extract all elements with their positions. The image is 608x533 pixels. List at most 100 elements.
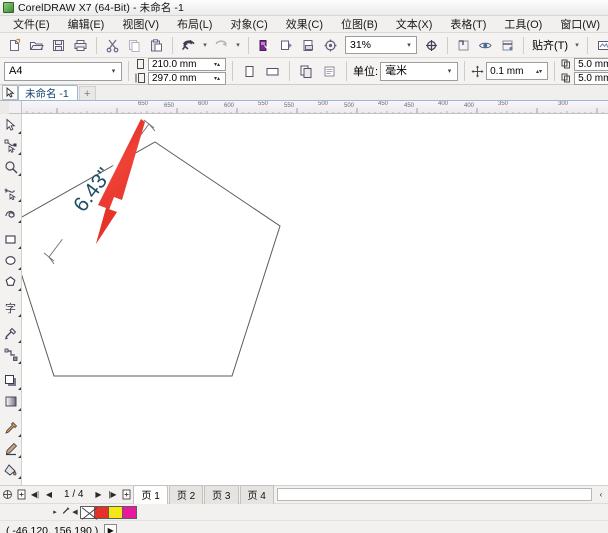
swatch-magenta[interactable] bbox=[122, 505, 137, 519]
horizontal-ruler[interactable]: 650 600 550 500 450 400 650 600 550 500 … bbox=[22, 101, 608, 114]
application-launcher-icon[interactable] bbox=[320, 35, 341, 56]
statusbar-expand-button[interactable]: ▶ bbox=[104, 524, 118, 533]
full-screen-preview-icon[interactable] bbox=[421, 35, 442, 56]
palette-eyedropper-icon[interactable] bbox=[60, 506, 70, 519]
show-grid-icon[interactable] bbox=[453, 35, 474, 56]
swatch-yellow[interactable] bbox=[108, 505, 123, 519]
import-icon[interactable] bbox=[254, 35, 275, 56]
current-page-button[interactable] bbox=[319, 61, 340, 82]
menu-window[interactable]: 窗口(W) bbox=[551, 15, 608, 34]
flyout-arrow-icon[interactable] bbox=[18, 434, 21, 437]
document-tab-untitled-1[interactable]: 未命名 -1 bbox=[18, 85, 78, 100]
rectangle-tool[interactable] bbox=[0, 229, 22, 250]
options-icon[interactable] bbox=[593, 35, 608, 56]
pan-origin-icon[interactable] bbox=[0, 488, 14, 502]
menu-view[interactable]: 视图(V) bbox=[113, 15, 168, 34]
chevron-down-icon[interactable]: ▾ bbox=[402, 37, 416, 53]
flyout-arrow-icon[interactable] bbox=[18, 361, 21, 364]
snap-to-label[interactable]: 贴齐(T) bbox=[529, 37, 571, 53]
redo-dropdown-icon[interactable]: ▾ bbox=[233, 35, 243, 55]
new-document-icon[interactable] bbox=[4, 35, 25, 56]
pick-tool[interactable] bbox=[0, 114, 22, 135]
shape-tool[interactable] bbox=[0, 135, 22, 156]
page-height-field[interactable]: 297.0 mm ▾▴ bbox=[148, 71, 226, 85]
new-document-tab-button[interactable]: + bbox=[78, 86, 96, 100]
chevron-down-icon[interactable]: ▾ bbox=[106, 63, 121, 80]
portrait-button[interactable] bbox=[239, 61, 260, 82]
add-page-after-icon[interactable] bbox=[119, 488, 133, 502]
flyout-arrow-icon[interactable] bbox=[18, 288, 21, 291]
chevron-down-icon[interactable]: ▾ bbox=[442, 63, 457, 80]
nudge-offset-field[interactable]: 0.1 mm ▴▾ bbox=[486, 62, 549, 80]
flyout-arrow-icon[interactable] bbox=[18, 408, 21, 411]
cut-scissors-icon[interactable] bbox=[102, 35, 123, 56]
flyout-arrow-icon[interactable] bbox=[18, 267, 21, 270]
publish-pdf-icon[interactable] bbox=[298, 35, 319, 56]
flyout-arrow-icon[interactable] bbox=[18, 246, 21, 249]
flyout-arrow-icon[interactable] bbox=[18, 387, 21, 390]
fill-tool[interactable] bbox=[0, 459, 22, 480]
drop-shadow-tool[interactable] bbox=[0, 370, 22, 391]
palette-scroll-up-icon[interactable]: ▸ bbox=[50, 506, 60, 519]
menu-bitmap[interactable]: 位图(B) bbox=[332, 15, 387, 34]
duplicate-y-field[interactable]: 5.0 mm ▾▴ bbox=[574, 71, 608, 85]
flyout-arrow-icon[interactable] bbox=[18, 173, 21, 176]
menu-edit[interactable]: 编辑(E) bbox=[59, 15, 114, 34]
snap-guides-icon[interactable] bbox=[497, 35, 518, 56]
transparency-tool[interactable] bbox=[0, 391, 22, 412]
connector-tool[interactable] bbox=[0, 344, 22, 365]
flyout-arrow-icon[interactable] bbox=[18, 199, 21, 202]
flyout-arrow-icon[interactable] bbox=[18, 476, 21, 479]
artistic-media-tool[interactable] bbox=[0, 203, 22, 224]
zoom-level-combo[interactable]: ▾ bbox=[345, 36, 417, 54]
next-page-button[interactable]: ▶ bbox=[91, 488, 105, 502]
polygon-tool[interactable] bbox=[0, 271, 22, 292]
palette-prev-icon[interactable]: ◀ bbox=[70, 506, 80, 519]
text-tool[interactable]: 字 bbox=[0, 297, 22, 318]
pick-tool-icon[interactable] bbox=[2, 85, 18, 100]
scroll-left-button[interactable]: ‹ bbox=[594, 488, 608, 502]
color-eyedropper-tool[interactable] bbox=[0, 417, 22, 438]
paste-icon[interactable] bbox=[146, 35, 167, 56]
landscape-button[interactable] bbox=[262, 61, 283, 82]
menu-text[interactable]: 文本(X) bbox=[387, 15, 442, 34]
redo-icon[interactable] bbox=[211, 35, 232, 56]
add-page-before-icon[interactable] bbox=[14, 488, 28, 502]
first-page-button[interactable]: ◀| bbox=[28, 488, 42, 502]
flyout-arrow-icon[interactable] bbox=[18, 220, 21, 223]
zoom-input[interactable] bbox=[346, 37, 402, 53]
flyout-arrow-icon[interactable] bbox=[18, 455, 21, 458]
ruler-origin-corner[interactable] bbox=[9, 101, 22, 114]
swatch-no-color[interactable] bbox=[80, 505, 95, 519]
page-height-spinner[interactable]: ▾▴ bbox=[209, 73, 225, 84]
flyout-arrow-icon[interactable] bbox=[18, 340, 21, 343]
save-icon[interactable] bbox=[48, 35, 69, 56]
page-tab-4[interactable]: 页 4 bbox=[239, 485, 274, 504]
export-icon[interactable] bbox=[276, 35, 297, 56]
flyout-arrow-icon[interactable] bbox=[18, 131, 21, 134]
view-manager-icon[interactable] bbox=[475, 35, 496, 56]
prev-page-button[interactable]: ◀ bbox=[42, 488, 56, 502]
page-preset-combo[interactable]: A4 ▾ bbox=[4, 61, 122, 81]
menu-tools[interactable]: 工具(O) bbox=[495, 15, 551, 34]
drawing-canvas[interactable]: 6.43" bbox=[22, 114, 608, 485]
units-combo[interactable]: 毫米 ▾ bbox=[380, 61, 459, 81]
menu-table[interactable]: 表格(T) bbox=[441, 15, 495, 34]
menu-object[interactable]: 对象(C) bbox=[221, 15, 276, 34]
copy-icon[interactable] bbox=[124, 35, 145, 56]
outline-tool[interactable] bbox=[0, 438, 22, 459]
nudge-offset-spinner[interactable]: ▴▾ bbox=[531, 63, 547, 79]
undo-dropdown-icon[interactable]: ▾ bbox=[200, 35, 210, 55]
freehand-tool[interactable] bbox=[0, 182, 22, 203]
all-pages-button[interactable] bbox=[296, 61, 317, 82]
open-folder-icon[interactable] bbox=[26, 35, 47, 56]
horizontal-scrollbar[interactable] bbox=[276, 488, 592, 501]
menu-effects[interactable]: 效果(C) bbox=[277, 15, 332, 34]
page-width-field[interactable]: 210.0 mm ▾▴ bbox=[148, 57, 226, 71]
ellipse-tool[interactable] bbox=[0, 250, 22, 271]
zoom-tool[interactable] bbox=[0, 156, 22, 177]
menu-layout[interactable]: 布局(L) bbox=[168, 15, 221, 34]
flyout-arrow-icon[interactable] bbox=[18, 152, 21, 155]
undo-icon[interactable] bbox=[178, 35, 199, 56]
page-tab-2[interactable]: 页 2 bbox=[168, 485, 204, 504]
